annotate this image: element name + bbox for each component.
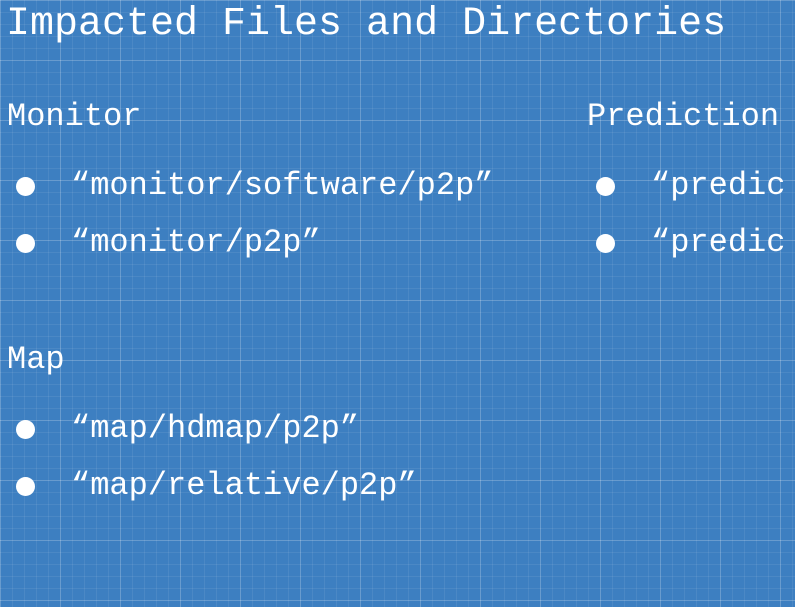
bullet-icon xyxy=(16,420,35,439)
bullet-icon xyxy=(596,234,615,253)
bullet-icon xyxy=(16,234,35,253)
slide-title: Impacted Files and Directories xyxy=(6,2,727,47)
list-item-text: “monitor/p2p” xyxy=(71,224,321,261)
bullet-icon xyxy=(16,177,35,196)
list-item-text: “monitor/software/p2p” xyxy=(71,167,494,204)
slide: Impacted Files and Directories Monitor “… xyxy=(0,0,795,607)
list-item-text: “map/hdmap/p2p” xyxy=(71,410,360,447)
section-heading-prediction: Prediction xyxy=(587,98,780,135)
section-heading-map: Map xyxy=(7,341,65,378)
bullet-icon xyxy=(596,177,615,196)
bullet-icon xyxy=(16,477,35,496)
list-item-text: “predic xyxy=(651,224,786,261)
section-heading-monitor: Monitor xyxy=(7,98,142,135)
list-item-text: “predic xyxy=(651,167,786,204)
list-item-text: “map/relative/p2p” xyxy=(71,467,417,504)
